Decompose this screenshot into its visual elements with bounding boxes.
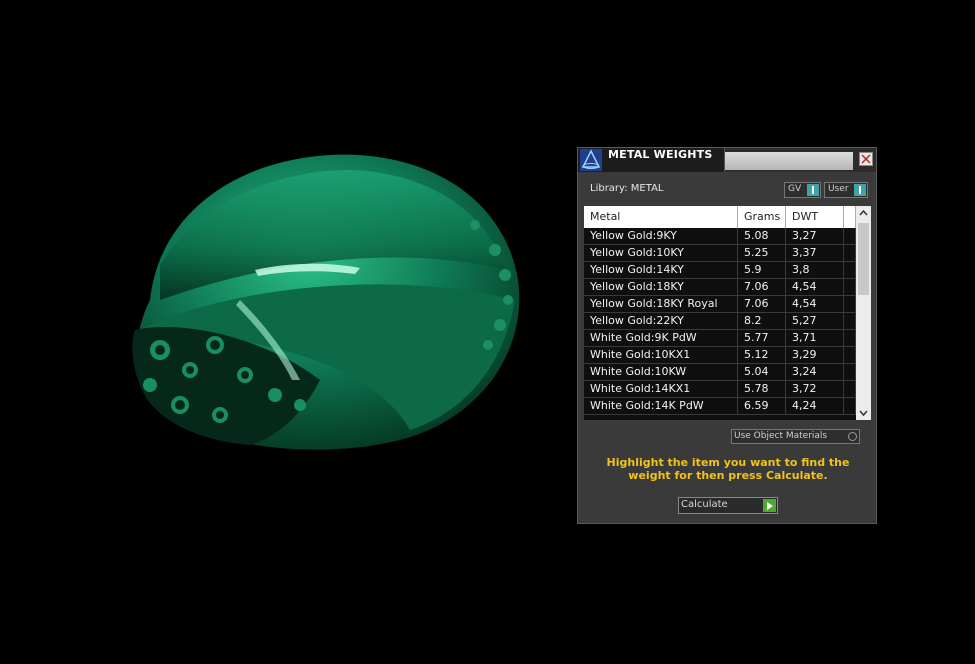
scroll-up-icon[interactable]: [856, 206, 871, 220]
metal-weights-table[interactable]: Metal Grams DWT Yellow Gold:9KY 5.08 3,27 Y…: [584, 206, 871, 420]
cell-spacer: [844, 347, 856, 363]
cell-grams: 7.06: [738, 279, 786, 295]
cell-spacer: [844, 364, 856, 380]
app-logo-icon: [580, 149, 602, 171]
column-header-dwt[interactable]: DWT: [786, 206, 844, 228]
table-row[interactable]: Yellow Gold:18KY Royal 7.06 4,54: [584, 296, 856, 313]
table-body: Yellow Gold:9KY 5.08 3,27 Yellow Gold:10KY 5…: [584, 228, 856, 420]
cell-spacer: [844, 262, 856, 278]
panel-title: METAL WEIGHTS: [608, 148, 713, 161]
metal-weights-panel: METAL WEIGHTS Library: METAL GV User Met…: [577, 147, 877, 524]
cell-grams: 5.77: [738, 330, 786, 346]
cell-metal: Yellow Gold:9KY: [584, 228, 738, 244]
cell-spacer: [844, 398, 856, 414]
cell-spacer: [844, 313, 856, 329]
cell-grams: 6.59: [738, 398, 786, 414]
cell-dwt: 3,72: [786, 381, 844, 397]
cell-dwt: 4,54: [786, 296, 844, 312]
cell-dwt: 3,24: [786, 364, 844, 380]
use-object-materials-toggle[interactable]: Use Object Materials: [731, 429, 860, 444]
column-header-spacer: [844, 206, 856, 228]
table-row[interactable]: White Gold:14K PdW 6.59 4,24: [584, 398, 856, 415]
column-header-grams[interactable]: Grams: [738, 206, 786, 228]
cell-grams: 5.12: [738, 347, 786, 363]
table-scrollbar[interactable]: [856, 206, 871, 420]
cell-metal: Yellow Gold:22KY: [584, 313, 738, 329]
calculate-label: Calculate: [681, 499, 728, 510]
cell-metal: Yellow Gold:10KY: [584, 245, 738, 261]
scrollbar-thumb[interactable]: [858, 223, 869, 295]
calculate-button[interactable]: Calculate: [678, 497, 778, 514]
cell-metal: White Gold:9K PdW: [584, 330, 738, 346]
play-arrow-icon[interactable]: [763, 499, 776, 512]
scroll-down-icon[interactable]: [856, 406, 871, 420]
radio-icon[interactable]: [848, 432, 857, 441]
cell-metal: Yellow Gold:18KY: [584, 279, 738, 295]
table-row[interactable]: White Gold:9K PdW 5.77 3,71: [584, 330, 856, 347]
table-row[interactable]: Yellow Gold:22KY 8.2 5,27: [584, 313, 856, 330]
cell-spacer: [844, 381, 856, 397]
cell-dwt: 5,27: [786, 313, 844, 329]
title-tab: METAL WEIGHTS: [578, 148, 725, 172]
cell-spacer: [844, 245, 856, 261]
table-row[interactable]: Yellow Gold:14KY 5.9 3,8: [584, 262, 856, 279]
table-row[interactable]: Yellow Gold:18KY 7.06 4,54: [584, 279, 856, 296]
table-row[interactable]: Yellow Gold:10KY 5.25 3,37: [584, 245, 856, 262]
cell-dwt: 4,24: [786, 398, 844, 414]
cell-dwt: 3,37: [786, 245, 844, 261]
cell-metal: White Gold:10KW: [584, 364, 738, 380]
cell-dwt: 3,71: [786, 330, 844, 346]
cell-grams: 5.25: [738, 245, 786, 261]
cell-spacer: [844, 279, 856, 295]
close-button[interactable]: [859, 152, 873, 166]
cell-dwt: 3,27: [786, 228, 844, 244]
cell-grams: 5.04: [738, 364, 786, 380]
close-icon: [861, 154, 871, 164]
cell-grams: 5.78: [738, 381, 786, 397]
cell-spacer: [844, 228, 856, 244]
cell-spacer: [844, 296, 856, 312]
user-toggle[interactable]: User: [824, 182, 868, 198]
instruction-text: Highlight the item you want to find the …: [606, 456, 850, 482]
user-toggle-label: User: [828, 184, 849, 194]
cell-grams: 8.2: [738, 313, 786, 329]
cell-metal: Yellow Gold:14KY: [584, 262, 738, 278]
cell-dwt: 4,54: [786, 279, 844, 295]
gv-toggle-switch[interactable]: [807, 184, 819, 196]
cell-metal: White Gold:14K PdW: [584, 398, 738, 414]
user-toggle-switch[interactable]: [854, 184, 866, 196]
cell-grams: 7.06: [738, 296, 786, 312]
table-header: Metal Grams DWT: [584, 206, 856, 228]
gv-toggle[interactable]: GV: [784, 182, 821, 198]
cell-metal: White Gold:10KX1: [584, 347, 738, 363]
cell-metal: White Gold:14KX1: [584, 381, 738, 397]
title-bar[interactable]: METAL WEIGHTS: [578, 148, 876, 172]
library-label: Library: METAL: [590, 183, 664, 194]
table-row[interactable]: Yellow Gold:9KY 5.08 3,27: [584, 228, 856, 245]
cell-grams: 5.9: [738, 262, 786, 278]
table-row[interactable]: White Gold:10KW 5.04 3,24: [584, 364, 856, 381]
cell-dwt: 3,29: [786, 347, 844, 363]
cell-dwt: 3,8: [786, 262, 844, 278]
table-row[interactable]: White Gold:14KX1 5.78 3,72: [584, 381, 856, 398]
title-bar-drag-area[interactable]: [725, 152, 853, 170]
table-row[interactable]: White Gold:10KX1 5.12 3,29: [584, 347, 856, 364]
cell-grams: 5.08: [738, 228, 786, 244]
use-object-materials-label: Use Object Materials: [734, 431, 828, 441]
cell-spacer: [844, 330, 856, 346]
cell-metal: Yellow Gold:18KY Royal: [584, 296, 738, 312]
column-header-metal[interactable]: Metal: [584, 206, 738, 228]
gv-toggle-label: GV: [788, 184, 802, 194]
